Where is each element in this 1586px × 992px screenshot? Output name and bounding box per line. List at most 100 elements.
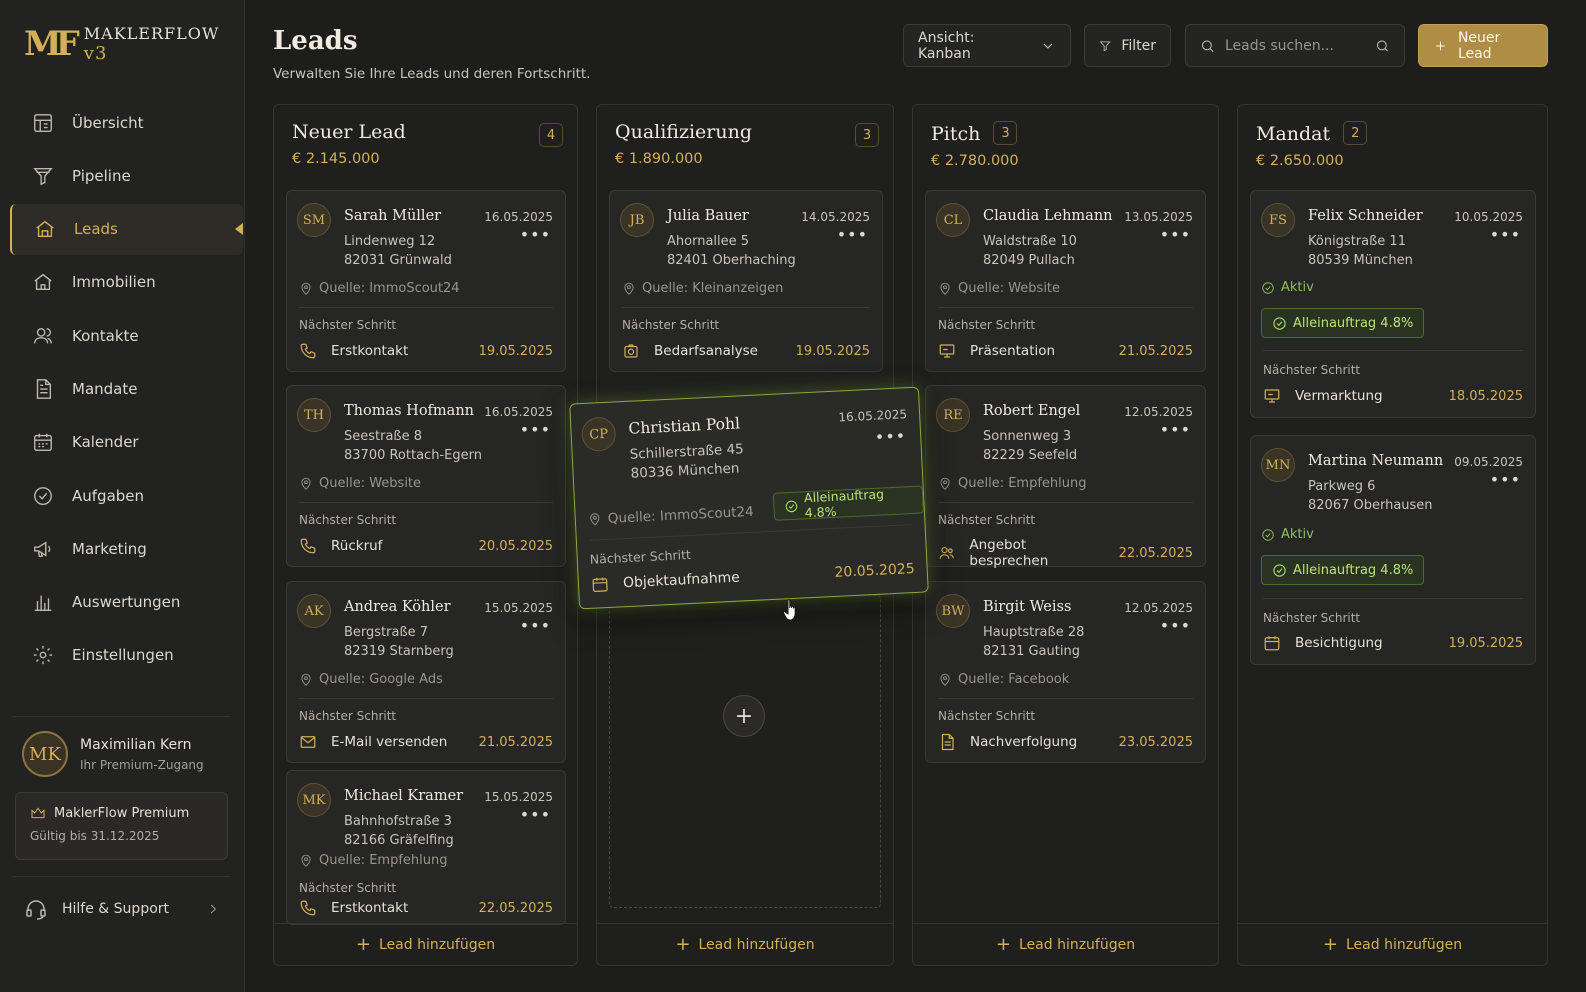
- add-lead-button[interactable]: + Lead hinzufügen: [274, 923, 577, 965]
- more-menu-icon[interactable]: •••: [1160, 227, 1191, 243]
- user-profile[interactable]: MK Maximilian Kern Ihr Premium-Zugang: [12, 716, 230, 777]
- document-icon: [36, 379, 52, 399]
- add-lead-button[interactable]: + Lead hinzufügen: [597, 923, 893, 965]
- more-menu-icon[interactable]: •••: [520, 227, 551, 243]
- user-name: Maximilian Kern: [80, 736, 192, 753]
- location-pin-icon: [590, 513, 600, 526]
- filter-button[interactable]: Filter: [1084, 24, 1171, 67]
- user-subtitle: Ihr Premium-Zugang: [80, 757, 204, 772]
- more-menu-icon[interactable]: •••: [1490, 227, 1521, 243]
- column-title: Neuer Lead: [292, 121, 406, 143]
- avatar: FS: [1261, 203, 1295, 237]
- next-step-label: Nächster Schritt: [1263, 363, 1361, 377]
- next-step-label: Nächster Schritt: [938, 709, 1036, 723]
- drop-zone-plus-button[interactable]: +: [723, 695, 765, 737]
- avatar: CP: [580, 416, 617, 453]
- phone-icon: [300, 538, 316, 554]
- check-circle-icon: [1262, 528, 1274, 541]
- lead-card[interactable]: SM Sarah Müller 16.05.2025 ••• Lindenweg…: [286, 190, 566, 372]
- plus-icon: +: [355, 933, 371, 955]
- search-submit-icon[interactable]: [1375, 38, 1390, 54]
- status-badge: Aktiv: [1261, 280, 1314, 295]
- sidebar-item-auswertungen[interactable]: Auswertungen: [10, 577, 243, 628]
- avatar: SM: [297, 203, 331, 237]
- sidebar-item-einstellungen[interactable]: Einstellungen: [10, 630, 243, 681]
- avatar: MK: [22, 731, 68, 777]
- more-menu-icon[interactable]: •••: [520, 807, 551, 823]
- location-pin-icon: [624, 282, 634, 295]
- lead-source: Quelle: Facebook: [938, 672, 1069, 687]
- more-menu-icon[interactable]: •••: [1490, 472, 1521, 488]
- next-step-label: Nächster Schritt: [299, 513, 397, 527]
- gear-icon: [33, 646, 53, 665]
- check-circle-icon: [1273, 563, 1286, 577]
- column-title: Mandat: [1256, 122, 1331, 145]
- lead-date: 13.05.2025: [1124, 210, 1193, 224]
- divider: [1263, 598, 1523, 599]
- lead-card[interactable]: MK Michael Kramer 15.05.2025 ••• Bahnhof…: [286, 770, 566, 925]
- help-support-link[interactable]: Hilfe & Support: [12, 876, 230, 921]
- lead-card[interactable]: BW Birgit Weiss 12.05.2025 ••• Hauptstra…: [925, 581, 1206, 763]
- view-select[interactable]: Ansicht: Kanban: [903, 24, 1071, 67]
- lead-date: 16.05.2025: [484, 405, 553, 419]
- premium-valid: Gültig bis 31.12.2025: [30, 829, 160, 843]
- lead-card[interactable]: MN Martina Neumann 09.05.2025 ••• Parkwe…: [1250, 435, 1536, 665]
- lead-date: 16.05.2025: [838, 407, 908, 425]
- new-lead-button[interactable]: Neuer Lead: [1418, 24, 1548, 67]
- sidebar-item-marketing[interactable]: Marketing: [10, 523, 243, 574]
- check-circle-icon: [785, 500, 798, 512]
- lead-name: Martina Neumann: [1308, 453, 1444, 469]
- column-sum: € 2.145.000: [292, 151, 380, 167]
- crown-icon: [31, 807, 45, 819]
- exclusive-badge: Alleinauftrag 4.8%: [772, 485, 924, 521]
- sidebar-item-immobilien[interactable]: Immobilien: [10, 257, 243, 308]
- column-pitch: Pitch 3 € 2.780.000 CL Claudia Lehmann 1…: [912, 104, 1219, 966]
- premium-box[interactable]: MaklerFlow Premium Gültig bis 31.12.2025: [15, 792, 228, 860]
- logo[interactable]: MF MAKLERFLOW v3: [24, 24, 244, 64]
- more-menu-icon[interactable]: •••: [874, 426, 906, 447]
- lead-card[interactable]: RE Robert Engel 12.05.2025 ••• Sonnenweg…: [925, 385, 1206, 569]
- add-lead-button[interactable]: + Lead hinzufügen: [913, 923, 1218, 965]
- location-pin-icon: [301, 854, 311, 867]
- lead-address: Bergstraße 7 82319 Starnberg: [344, 625, 454, 659]
- next-step: E-Mail versenden 21.05.2025: [299, 733, 553, 751]
- next-step-label: Nächster Schritt: [1263, 611, 1361, 625]
- more-menu-icon[interactable]: •••: [837, 227, 868, 243]
- lead-name: Thomas Hofmann: [344, 403, 474, 419]
- more-menu-icon[interactable]: •••: [1160, 618, 1191, 634]
- column-sum: € 2.780.000: [931, 153, 1019, 169]
- divider: [588, 524, 913, 541]
- lead-card[interactable]: FS Felix Schneider 10.05.2025 ••• Königs…: [1250, 190, 1536, 418]
- logo-text: MAKLERFLOW v3: [83, 24, 220, 64]
- divider: [938, 502, 1193, 503]
- more-menu-icon[interactable]: •••: [1160, 422, 1191, 438]
- next-step: Objektaufnahme 20.05.2025: [591, 560, 915, 594]
- sidebar-item-leads[interactable]: Leads: [10, 203, 243, 255]
- lead-card[interactable]: TH Thomas Hofmann 16.05.2025 ••• Seestra…: [286, 385, 566, 567]
- sidebar-item-uebersicht[interactable]: Übersicht: [10, 97, 243, 148]
- lead-source: Quelle: ImmoScout24: [587, 504, 754, 528]
- sidebar-item-mandate[interactable]: Mandate: [10, 363, 243, 414]
- sidebar-item-kontakte[interactable]: Kontakte: [10, 310, 243, 361]
- lead-card[interactable]: JB Julia Bauer 14.05.2025 ••• Ahornallee…: [609, 190, 883, 372]
- next-step: Nachverfolgung 23.05.2025: [938, 733, 1193, 751]
- document-icon: [941, 733, 954, 751]
- lead-date: 15.05.2025: [484, 601, 553, 615]
- filter-icon: [1099, 40, 1111, 51]
- drop-zone[interactable]: [609, 595, 881, 908]
- lead-card[interactable]: CL Claudia Lehmann 13.05.2025 ••• Waldst…: [925, 190, 1206, 372]
- more-menu-icon[interactable]: •••: [520, 422, 551, 438]
- more-menu-icon[interactable]: •••: [520, 618, 551, 634]
- sidebar-item-kalender[interactable]: Kalender: [10, 417, 243, 468]
- dragged-lead-card[interactable]: CP Christian Pohl 16.05.2025 ••• Schille…: [569, 386, 929, 610]
- lead-name: Claudia Lehmann: [983, 208, 1113, 224]
- sidebar-item-aufgaben[interactable]: Aufgaben: [10, 470, 243, 521]
- add-lead-button[interactable]: + Lead hinzufügen: [1238, 923, 1547, 965]
- sidebar: MF MAKLERFLOW v3 Übersicht Pipeline Lead…: [0, 0, 245, 992]
- phone-icon: [300, 900, 316, 916]
- sidebar-item-pipeline[interactable]: Pipeline: [10, 150, 243, 201]
- lead-card[interactable]: AK Andrea Köhler 15.05.2025 ••• Bergstra…: [286, 581, 566, 763]
- mail-icon: [300, 736, 316, 748]
- search-input[interactable]: [1225, 37, 1365, 54]
- next-step: Besichtigung 19.05.2025: [1263, 634, 1523, 652]
